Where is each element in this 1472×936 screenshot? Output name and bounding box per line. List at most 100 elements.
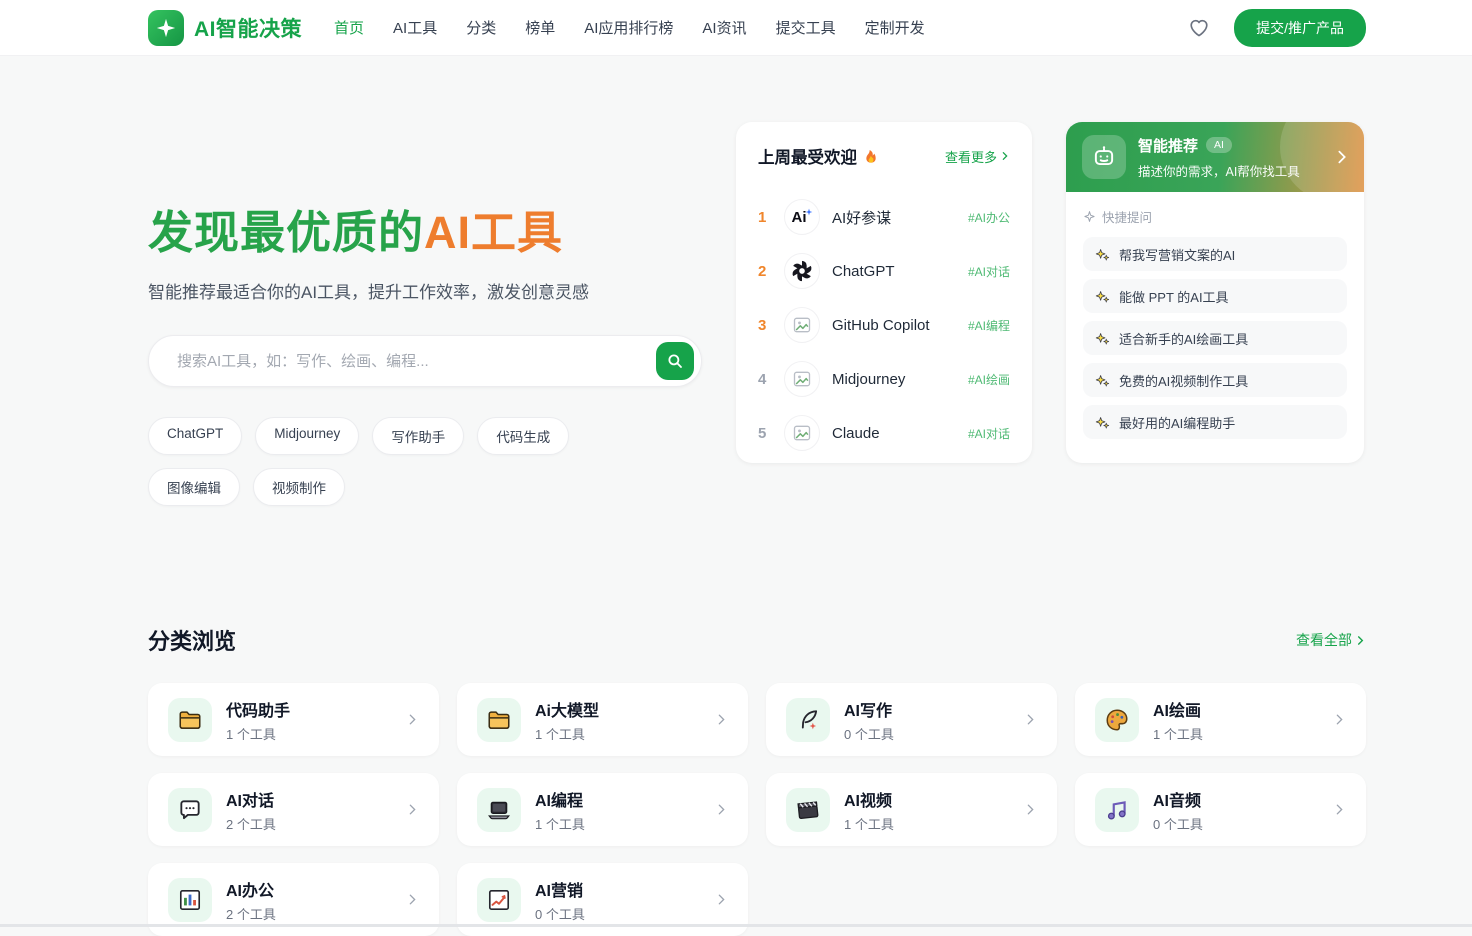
popular-row-claude[interactable]: 5 Claude #AI对话 bbox=[758, 406, 1010, 460]
nav-item-home[interactable]: 首页 bbox=[334, 17, 364, 38]
openai-logo-icon bbox=[784, 253, 820, 289]
nav-item-submit-tool[interactable]: 提交工具 bbox=[776, 17, 836, 38]
image-placeholder-icon bbox=[784, 361, 820, 397]
smart-recommend-header[interactable]: 智能推荐 AI 描述你的需求，AI帮你找工具 bbox=[1066, 122, 1364, 202]
tool-name: Midjourney bbox=[832, 370, 906, 388]
brand-name: AI智能决策 bbox=[194, 17, 302, 41]
main-nav: 首页 AI工具 分类 榜单 AI应用排行榜 AI资讯 提交工具 定制开发 bbox=[334, 17, 925, 38]
category-card-ai-audio[interactable]: AI音频 0 个工具 bbox=[1075, 773, 1366, 846]
hero-section: 发现最优质的AI工具 智能推荐最适合你的AI工具，提升工作效率，激发创意灵感 C… bbox=[0, 56, 1472, 506]
page-title: 发现最优质的AI工具 bbox=[148, 206, 702, 260]
rank-number: 5 bbox=[758, 424, 767, 442]
rank-number: 2 bbox=[758, 262, 767, 280]
page-subtitle: 智能推荐最适合你的AI工具，提升工作效率，激发创意灵感 bbox=[148, 283, 590, 302]
search-button[interactable] bbox=[656, 342, 694, 380]
chevron-right-icon[interactable] bbox=[1334, 149, 1350, 165]
rank-number: 3 bbox=[758, 316, 767, 334]
quick-question[interactable]: 适合新手的AI绘画工具 bbox=[1083, 321, 1347, 355]
quick-question[interactable]: 最好用的AI编程助手 bbox=[1083, 405, 1347, 439]
popular-view-more-link[interactable]: 查看更多 bbox=[945, 147, 1010, 166]
popular-row-chatgpt[interactable]: 2 ChatGPT #AI对话 bbox=[758, 244, 1010, 298]
top-navbar: AI智能决策 首页 AI工具 分类 榜单 AI应用排行榜 AI资讯 提交工具 定… bbox=[0, 0, 1472, 56]
rank-number: 4 bbox=[758, 370, 767, 388]
nav-item-ai-tools[interactable]: AI工具 bbox=[393, 17, 437, 38]
image-placeholder-icon bbox=[784, 307, 820, 343]
favorites-heart-icon[interactable] bbox=[1188, 17, 1210, 39]
quick-question[interactable]: 免费的AI视频制作工具 bbox=[1083, 363, 1347, 397]
category-card-code-assistant[interactable]: 代码助手 1 个工具 bbox=[148, 683, 439, 756]
category-card-ai-writing[interactable]: AI写作 0 个工具 bbox=[766, 683, 1057, 756]
popular-row-aihaocanmou[interactable]: 1 Ai AI好参谋 #AI办公 bbox=[758, 190, 1010, 244]
quick-question[interactable]: 能做 PPT 的AI工具 bbox=[1083, 279, 1347, 313]
folder-icon bbox=[168, 697, 212, 742]
nav-item-news[interactable]: AI资讯 bbox=[702, 17, 746, 38]
chevron-right-icon bbox=[1333, 713, 1346, 726]
tool-category-tag: #AI办公 bbox=[967, 210, 1010, 225]
popular-row-midjourney[interactable]: 4 Midjourney #AI绘画 bbox=[758, 352, 1010, 406]
hot-tag[interactable]: 代码生成 bbox=[477, 417, 570, 455]
brand-logo-icon bbox=[148, 9, 184, 46]
laptop-icon bbox=[477, 787, 521, 832]
hot-tag[interactable]: ChatGPT bbox=[148, 417, 243, 455]
tool-category-tag: #AI绘画 bbox=[967, 372, 1010, 387]
sparkles-icon bbox=[1095, 248, 1110, 260]
categories-title: 分类浏览 bbox=[148, 629, 237, 654]
title-orange-part: AI工具 bbox=[424, 207, 564, 258]
categories-section: 分类浏览 查看全部 代码助手 1 个工具 Ai大模型 1 个工具 AI写作 0 … bbox=[0, 506, 1472, 936]
feather-icon bbox=[786, 697, 830, 742]
bar-chart-icon bbox=[168, 877, 212, 922]
music-icon bbox=[1095, 787, 1139, 832]
category-card-ai-art[interactable]: AI绘画 1 个工具 bbox=[1075, 683, 1366, 756]
category-card-ai-llm[interactable]: Ai大模型 1 个工具 bbox=[457, 683, 748, 756]
popular-row-github-copilot[interactable]: 3 GitHub Copilot #AI编程 bbox=[758, 298, 1010, 352]
category-card-ai-chat[interactable]: AI对话 2 个工具 bbox=[148, 773, 439, 846]
tool-name: AI好参谋 bbox=[832, 209, 892, 227]
nav-item-app-ranking[interactable]: AI应用排行榜 bbox=[584, 17, 673, 38]
sparkle-icon bbox=[1084, 211, 1095, 222]
quick-questions-list: 帮我写营销文案的AI 能做 PPT 的AI工具 适合新手的AI绘画工具 免费的A… bbox=[1083, 237, 1347, 439]
category-card-ai-video[interactable]: AI视频 1 个工具 bbox=[766, 773, 1057, 846]
chevron-right-icon bbox=[1002, 152, 1008, 160]
sparkles-icon bbox=[1095, 374, 1110, 386]
chat-bubble-icon bbox=[168, 787, 212, 832]
chevron-right-icon bbox=[715, 803, 728, 816]
recommend-subtitle: 描述你的需求，AI帮你找工具 bbox=[1138, 164, 1300, 179]
quick-question[interactable]: 帮我写营销文案的AI bbox=[1083, 237, 1347, 271]
hot-tag[interactable]: 图像编辑 bbox=[148, 468, 240, 506]
search-icon bbox=[668, 354, 682, 368]
recommend-title: 智能推荐 bbox=[1138, 137, 1199, 155]
nav-item-rankings[interactable]: 榜单 bbox=[525, 17, 555, 38]
search-input[interactable] bbox=[177, 352, 656, 370]
chevron-right-icon bbox=[715, 713, 728, 726]
tool-category-tag: #AI编程 bbox=[967, 318, 1010, 333]
weekly-popular-card: 上周最受欢迎 查看更多 1 Ai AI好参谋 #AI办公 2 ChatGPT #… bbox=[736, 122, 1032, 463]
title-green-part: 发现最优质的 bbox=[148, 207, 425, 258]
submit-promote-button[interactable]: 提交/推广产品 bbox=[1234, 8, 1366, 47]
robot-icon bbox=[1082, 135, 1126, 179]
sparkles-icon bbox=[1095, 332, 1110, 344]
clapperboard-icon bbox=[786, 787, 830, 832]
palette-icon bbox=[1095, 697, 1139, 742]
chevron-right-icon bbox=[1024, 803, 1037, 816]
ai-badge: AI bbox=[1206, 137, 1232, 153]
search-bar bbox=[148, 335, 702, 387]
folder-icon bbox=[477, 697, 521, 742]
hot-tag[interactable]: 视频制作 bbox=[253, 468, 345, 506]
hot-tags: ChatGPT Midjourney 写作助手 代码生成 图像编辑 视频制作 bbox=[148, 417, 628, 506]
categories-grid: 代码助手 1 个工具 Ai大模型 1 个工具 AI写作 0 个工具 AI绘画 1… bbox=[148, 683, 1366, 936]
category-card-ai-coding[interactable]: AI编程 1 个工具 bbox=[457, 773, 748, 846]
tool-name: Claude bbox=[832, 424, 880, 442]
nav-item-custom-dev[interactable]: 定制开发 bbox=[865, 17, 925, 38]
sparkles-icon bbox=[1095, 416, 1110, 428]
quick-questions-label: 快捷提问 bbox=[1083, 207, 1347, 226]
hot-tag[interactable]: 写作助手 bbox=[372, 417, 465, 455]
popular-list: 1 Ai AI好参谋 #AI办公 2 ChatGPT #AI对话 3 GitHu… bbox=[758, 190, 1010, 460]
chevron-right-icon bbox=[406, 713, 419, 726]
hot-tag[interactable]: Midjourney bbox=[255, 417, 360, 455]
decor-circle bbox=[1280, 122, 1364, 202]
view-all-link[interactable]: 查看全部 bbox=[1296, 630, 1366, 650]
nav-item-categories[interactable]: 分类 bbox=[466, 17, 496, 38]
tool-name: ChatGPT bbox=[832, 262, 895, 280]
brand-logo[interactable]: AI智能决策 bbox=[148, 9, 302, 46]
smart-recommend-card: 智能推荐 AI 描述你的需求，AI帮你找工具 快捷提问 帮我写营销文案的AI 能… bbox=[1066, 122, 1364, 463]
